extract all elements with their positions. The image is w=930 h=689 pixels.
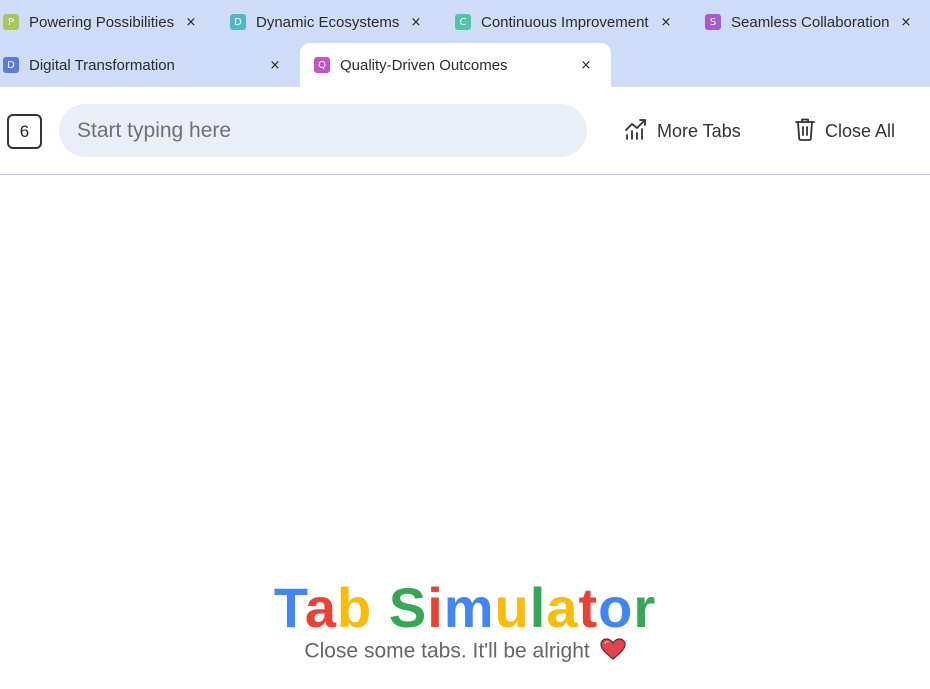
logo-letter: T bbox=[273, 576, 305, 639]
tab-favicon: Q bbox=[314, 57, 330, 73]
app-logo-title: Tab Simulator bbox=[0, 575, 930, 640]
tab-close-icon[interactable]: × bbox=[899, 15, 913, 30]
logo-letter bbox=[372, 576, 389, 639]
tab-title: Powering Possibilities bbox=[29, 13, 175, 31]
tab-close-icon[interactable]: × bbox=[579, 58, 593, 73]
tab-favicon: P bbox=[3, 14, 19, 30]
close-all-label: Close All bbox=[825, 120, 896, 141]
logo-letter: m bbox=[443, 576, 495, 639]
tab-seamless-collaboration[interactable]: S Seamless Collaboration × bbox=[705, 0, 927, 44]
tab-favicon: C bbox=[455, 14, 471, 30]
heart-icon bbox=[599, 638, 626, 666]
tab-strip-row-1: P Powering Possibilities × D Dynamic Eco… bbox=[0, 0, 930, 44]
tab-continuous-improvement[interactable]: C Continuous Improvement × bbox=[455, 0, 691, 44]
tagline-text: Close some tabs. It'll be alright bbox=[304, 639, 590, 663]
tab-count-badge: 6 bbox=[7, 114, 42, 149]
logo-letter: l bbox=[529, 576, 547, 639]
more-tabs-button[interactable]: More Tabs bbox=[624, 114, 741, 148]
logo-letter: S bbox=[388, 576, 428, 639]
logo-letter: a bbox=[546, 576, 579, 639]
tab-favicon: D bbox=[3, 57, 19, 73]
logo-letter: i bbox=[427, 576, 444, 639]
more-tabs-label: More Tabs bbox=[657, 120, 741, 141]
tab-powering-possibilities[interactable]: P Powering Possibilities × bbox=[3, 0, 215, 44]
tab-close-icon[interactable]: × bbox=[659, 15, 673, 30]
toolbar-divider bbox=[0, 174, 930, 175]
tab-digital-transformation[interactable]: D Digital Transformation × bbox=[3, 43, 293, 87]
tab-title: Quality-Driven Outcomes bbox=[340, 56, 508, 74]
trash-icon bbox=[794, 117, 816, 146]
tab-quality-driven-outcomes[interactable]: Q Quality-Driven Outcomes × bbox=[300, 43, 611, 87]
toolbar: 6 More Tabs Close All bbox=[0, 87, 930, 174]
chart-line-icon bbox=[624, 117, 648, 146]
tab-close-icon[interactable]: × bbox=[184, 15, 198, 30]
tab-strip-row-2: D Digital Transformation × Q Quality-Dri… bbox=[0, 43, 930, 87]
close-all-button[interactable]: Close All bbox=[794, 114, 895, 148]
tab-title: Digital Transformation bbox=[29, 56, 175, 74]
tab-title: Seamless Collaboration bbox=[731, 13, 890, 31]
logo-letter: u bbox=[494, 576, 530, 639]
logo-letter: a bbox=[304, 576, 338, 639]
tagline: Close some tabs. It'll be alright bbox=[0, 638, 930, 666]
logo-letter: o bbox=[598, 576, 634, 639]
tab-close-icon[interactable]: × bbox=[268, 58, 282, 73]
tab-dynamic-ecosystems[interactable]: D Dynamic Ecosystems × bbox=[230, 0, 440, 44]
tab-title: Continuous Improvement bbox=[481, 13, 649, 31]
search-input[interactable] bbox=[59, 104, 587, 157]
tab-close-icon[interactable]: × bbox=[409, 15, 423, 30]
tab-favicon: D bbox=[230, 14, 246, 30]
logo-letter: t bbox=[578, 576, 599, 639]
tab-favicon: S bbox=[705, 14, 721, 30]
tab-title: Dynamic Ecosystems bbox=[256, 13, 400, 31]
logo-letter: r bbox=[633, 576, 657, 639]
logo-letter: b bbox=[337, 576, 373, 639]
